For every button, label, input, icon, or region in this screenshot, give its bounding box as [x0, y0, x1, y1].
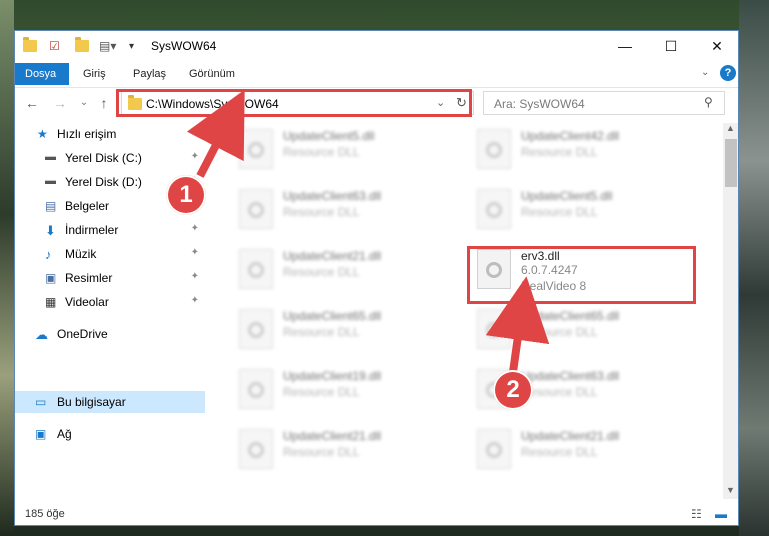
- step-1-badge: 1: [166, 175, 206, 215]
- step-2-badge: 2: [493, 370, 533, 410]
- arrow-to-file: [485, 276, 550, 373]
- arrow-to-address-bar: [186, 89, 245, 178]
- annotation-arrows: [186, 89, 550, 373]
